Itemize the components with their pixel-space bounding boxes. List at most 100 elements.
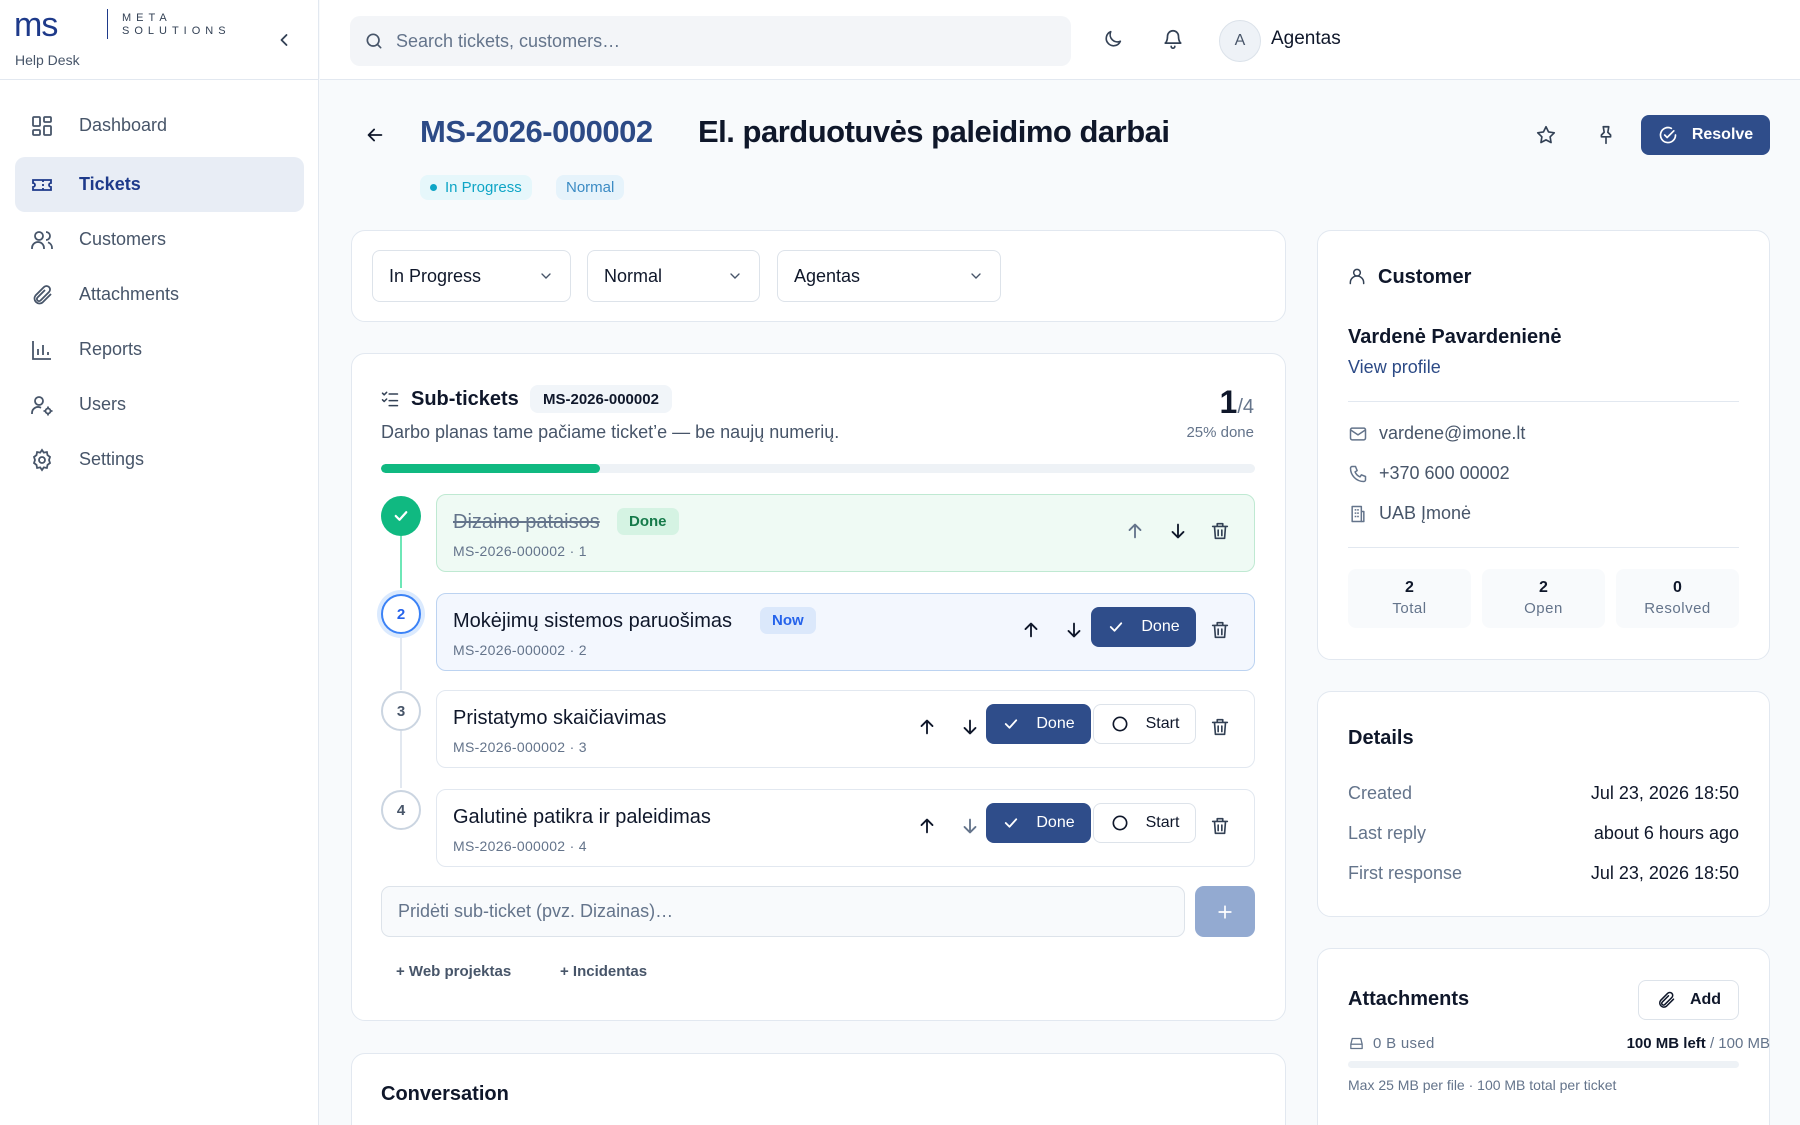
check-circle-icon <box>1659 126 1677 144</box>
stat-value: 2 <box>1539 579 1548 596</box>
arrow-down-icon <box>1171 523 1185 539</box>
details-heading: Details <box>1348 727 1414 749</box>
start-label: Start <box>1145 715 1180 732</box>
assignee-select[interactable]: Agentas <box>777 250 1001 302</box>
sidebar-item-tickets[interactable]: Tickets <box>15 157 304 212</box>
step-done-dot <box>381 496 421 536</box>
details-row-last-reply: Last reply about 6 hours ago <box>1348 823 1739 844</box>
subtickets-title: Sub-tickets <box>411 388 519 410</box>
search-bar[interactable] <box>350 16 1071 66</box>
add-subticket-input[interactable] <box>381 886 1185 937</box>
pin-icon <box>1600 125 1612 145</box>
sidebar-item-users[interactable]: Users <box>15 377 304 432</box>
subticket-ref: MS-2026-000002 · 3 <box>453 739 587 755</box>
sidebar-item-attachments[interactable]: Attachments <box>15 267 304 322</box>
search-input[interactable] <box>396 30 996 52</box>
building-icon <box>1351 505 1365 522</box>
mark-done-label: Done <box>1036 715 1075 732</box>
customer-phone[interactable]: +370 600 00002 <box>1348 463 1510 484</box>
details-value: Jul 23, 2026 18:50 <box>1590 783 1739 803</box>
mark-done-button[interactable]: Done <box>986 704 1091 744</box>
move-up-button[interactable] <box>1124 520 1148 544</box>
status-dot <box>430 184 437 191</box>
arrow-down-icon <box>1067 622 1081 638</box>
sidebar-item-reports[interactable]: Reports <box>15 322 304 377</box>
chevron-down-icon <box>730 273 740 279</box>
subticket-now-tag: Now <box>760 607 816 634</box>
delete-subticket-button[interactable] <box>1209 716 1233 740</box>
subtickets-progress-fill <box>381 464 600 473</box>
stat-resolved: 0 Resolved <box>1616 569 1739 628</box>
add-attachment-button[interactable]: Add <box>1638 980 1739 1020</box>
storage-limit-value: / 100 MB <box>1709 1035 1770 1052</box>
delete-subticket-button[interactable] <box>1209 815 1233 839</box>
template-incident-button[interactable]: + Incidentas <box>560 963 647 980</box>
avatar[interactable]: A <box>1219 20 1261 62</box>
step-number-dot: 4 <box>381 790 421 830</box>
sidebar-item-dashboard[interactable]: Dashboard <box>15 98 304 153</box>
add-attachment-label: Add <box>1689 991 1722 1008</box>
template-web-project-button[interactable]: + Web projektas <box>396 963 511 980</box>
check-icon <box>1110 622 1123 632</box>
resolve-button[interactable]: Resolve <box>1641 115 1770 155</box>
priority-badge: Normal <box>556 175 625 200</box>
move-down-button[interactable] <box>959 716 983 740</box>
user-icon <box>1349 268 1365 285</box>
subticket-name: Dizaino pataisos <box>453 511 600 533</box>
move-up-button[interactable] <box>916 815 940 839</box>
storage-left-value: 100 MB left <box>1626 1035 1706 1052</box>
delete-subticket-button[interactable] <box>1209 520 1233 544</box>
status-select[interactable]: In Progress <box>372 250 571 302</box>
priority-select[interactable]: Normal <box>587 250 760 302</box>
move-up-button[interactable] <box>916 716 940 740</box>
pin-button[interactable] <box>1595 124 1619 148</box>
star-icon <box>1536 125 1556 144</box>
trash-icon <box>1211 522 1229 540</box>
delete-subticket-button[interactable] <box>1209 619 1233 643</box>
customer-email[interactable]: vardene@imone.lt <box>1348 423 1525 444</box>
mark-done-button[interactable]: Done <box>986 803 1091 843</box>
collapse-sidebar-button[interactable] <box>274 30 294 50</box>
ticket-icon <box>32 178 52 191</box>
view-profile-link[interactable]: View profile <box>1348 357 1441 378</box>
details-key: Created <box>1348 783 1413 803</box>
status-select-value: In Progress <box>389 265 482 286</box>
dashboard-icon <box>32 115 52 136</box>
details-row-created: Created Jul 23, 2026 18:50 <box>1348 783 1739 804</box>
sidebar-nav: Dashboard Tickets Customers Attachments … <box>15 98 304 487</box>
dark-mode-toggle[interactable] <box>1102 28 1126 52</box>
subticket-ref: MS-2026-000002 · 4 <box>453 838 587 854</box>
user-name[interactable]: Agentas <box>1271 28 1341 50</box>
stat-label: Open <box>1524 600 1563 617</box>
sidebar-item-settings[interactable]: Settings <box>15 432 304 487</box>
move-down-button[interactable] <box>959 815 983 839</box>
storage-progress-bar <box>1348 1061 1739 1068</box>
check-icon <box>394 511 408 521</box>
brand-logo-text: META SOLUTIONS <box>122 12 231 38</box>
mark-done-button[interactable]: Done <box>1091 607 1196 647</box>
mail-icon <box>1349 426 1367 441</box>
move-down-button[interactable] <box>1167 520 1191 544</box>
subticket-item: Galutinė patikra ir paleidimas MS-2026-0… <box>436 789 1255 867</box>
add-subticket-button[interactable] <box>1195 886 1255 937</box>
notifications-button[interactable] <box>1162 28 1186 52</box>
favorite-button[interactable] <box>1535 124 1559 148</box>
move-down-button[interactable] <box>1063 619 1087 643</box>
start-button[interactable]: Start <box>1093 803 1196 843</box>
arrow-up-icon <box>920 719 934 735</box>
back-button[interactable] <box>364 124 386 146</box>
divider <box>1348 547 1739 548</box>
status-badge-label: In Progress <box>445 179 522 196</box>
arrow-up-icon <box>920 818 934 834</box>
top-header: A Agentas <box>320 0 1800 80</box>
users-icon <box>31 230 53 249</box>
start-button[interactable]: Start <box>1093 704 1196 744</box>
circle-icon <box>1112 815 1128 831</box>
mark-done-label: Done <box>1036 814 1075 831</box>
customer-phone-value: +370 600 00002 <box>1379 463 1510 483</box>
step-number-dot: 2 <box>381 594 421 634</box>
mark-done-label: Done <box>1141 618 1180 635</box>
sidebar-item-customers[interactable]: Customers <box>15 212 304 267</box>
check-icon <box>1005 818 1018 828</box>
move-up-button[interactable] <box>1020 619 1044 643</box>
